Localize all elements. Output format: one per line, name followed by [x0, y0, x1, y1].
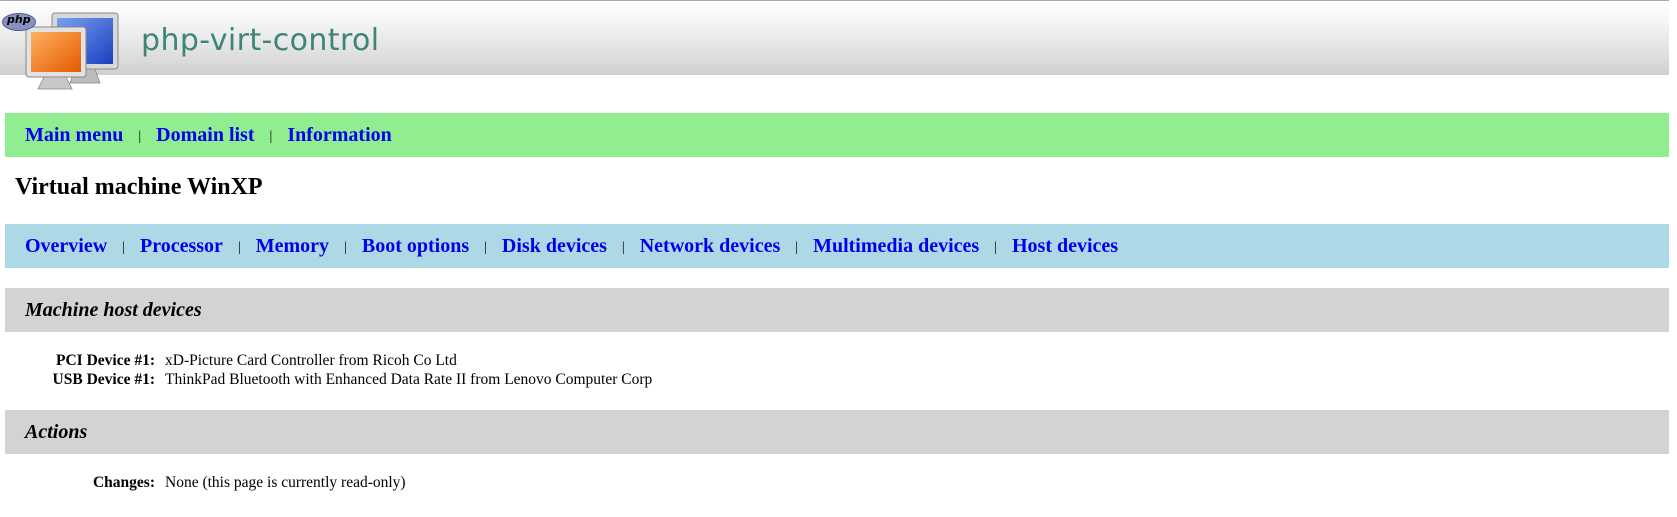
nav-separator: |: [795, 240, 799, 255]
pci-device-value: xD-Picture Card Controller from Ricoh Co…: [165, 352, 457, 369]
main-nav: Main menu | Domain list | Information: [5, 113, 1669, 157]
nav-separator: |: [122, 240, 125, 255]
tab-disk-devices[interactable]: Disk devices: [502, 235, 607, 258]
tab-boot-options[interactable]: Boot options: [362, 235, 469, 258]
nav-separator: |: [237, 240, 241, 255]
app-title: php-virt-control: [141, 23, 380, 58]
vm-sub-nav: Overview | Processor | Memory | Boot opt…: [5, 224, 1669, 268]
tab-host-devices[interactable]: Host devices: [1012, 235, 1118, 258]
tab-network-devices[interactable]: Network devices: [640, 235, 781, 258]
tab-overview[interactable]: Overview: [25, 235, 107, 258]
changes-value: None (this page is currently read-only): [165, 474, 406, 491]
nav-separator: |: [994, 240, 997, 255]
section-heading-host-devices: Machine host devices: [5, 288, 1669, 332]
nav-information[interactable]: Information: [287, 124, 391, 147]
pci-device-label: PCI Device #1:: [56, 352, 155, 369]
tab-memory[interactable]: Memory: [256, 235, 329, 258]
tab-processor[interactable]: Processor: [140, 235, 223, 258]
section-heading-actions: Actions: [5, 410, 1669, 454]
app-header: php php-virt-control: [0, 0, 1669, 90]
php-badge-text: php: [7, 13, 31, 26]
tab-multimedia-devices[interactable]: Multimedia devices: [813, 235, 979, 258]
page-title: Virtual machine WinXP: [15, 174, 263, 200]
changes-label: Changes:: [92, 474, 155, 491]
nav-separator: |: [484, 240, 487, 255]
nav-domain-list[interactable]: Domain list: [156, 124, 254, 147]
nav-separator: |: [138, 129, 142, 144]
usb-device-label: USB Device #1:: [52, 371, 155, 388]
usb-device-value: ThinkPad Bluetooth with Enhanced Data Ra…: [165, 371, 653, 388]
nav-main-menu[interactable]: Main menu: [25, 124, 123, 147]
nav-separator: |: [269, 129, 273, 144]
nav-separator: |: [621, 240, 625, 255]
nav-separator: |: [344, 240, 347, 255]
